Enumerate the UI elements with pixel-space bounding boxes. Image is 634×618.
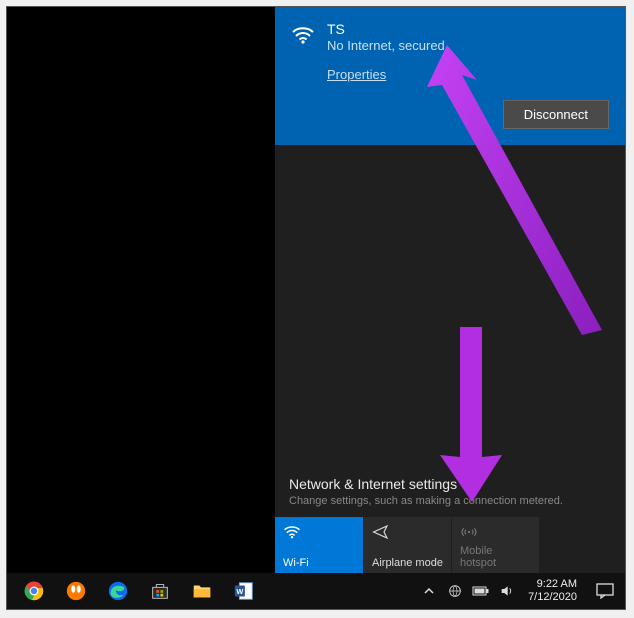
settings-subtext: Change settings, such as making a connec… [289, 495, 611, 507]
globe-icon [447, 583, 463, 599]
wifi-tile-label: Wi-Fi [283, 557, 355, 569]
hotspot-tile-label: Mobile hotspot [460, 545, 531, 569]
folder-icon [191, 580, 213, 602]
network-status: No Internet, secured [327, 38, 445, 53]
disconnect-button[interactable]: Disconnect [503, 100, 609, 129]
uc-icon [65, 580, 87, 602]
chevron-up-icon [423, 585, 435, 597]
speaker-icon [499, 583, 515, 599]
connected-network-item[interactable]: TS No Internet, secured Properties Disco… [275, 7, 625, 145]
uc-browser-taskbar-icon[interactable] [55, 573, 97, 609]
tray-network-icon[interactable] [442, 573, 468, 609]
store-icon [149, 580, 171, 602]
airplane-mode-tile[interactable]: Airplane mode [363, 517, 451, 573]
clock-date: 7/12/2020 [528, 591, 577, 604]
svg-text:W: W [236, 587, 243, 596]
taskbar: W [7, 573, 625, 609]
action-center-button[interactable] [585, 573, 625, 609]
mobile-hotspot-tile[interactable]: Mobile hotspot [451, 517, 539, 573]
wifi-tile[interactable]: Wi-Fi [275, 517, 363, 573]
tray-volume-icon[interactable] [494, 573, 520, 609]
settings-heading: Network & Internet settings [289, 476, 611, 492]
taskbar-clock[interactable]: 9:22 AM 7/12/2020 [520, 578, 585, 604]
network-flyout: TS No Internet, secured Properties Disco… [275, 7, 625, 573]
notification-icon [596, 583, 614, 599]
chrome-taskbar-icon[interactable] [13, 573, 55, 609]
tray-battery-icon[interactable] [468, 573, 494, 609]
word-icon: W [233, 580, 255, 602]
quick-action-tiles: Wi-Fi Airplane mode Mo [275, 517, 625, 573]
edge-taskbar-icon[interactable] [97, 573, 139, 609]
wifi-icon [291, 23, 315, 47]
desktop-background: TS No Internet, secured Properties Disco… [7, 7, 625, 573]
airplane-icon [372, 523, 390, 541]
network-name: TS [327, 21, 445, 37]
word-taskbar-icon[interactable]: W [223, 573, 265, 609]
edge-icon [107, 580, 129, 602]
chrome-icon [23, 580, 45, 602]
store-taskbar-icon[interactable] [139, 573, 181, 609]
clock-time: 9:22 AM [528, 578, 577, 591]
wifi-icon [283, 523, 301, 541]
file-explorer-taskbar-icon[interactable] [181, 573, 223, 609]
network-settings-link[interactable]: Network & Internet settings Change setti… [275, 468, 625, 517]
hotspot-icon [460, 523, 478, 541]
battery-icon [472, 585, 490, 597]
tray-overflow-chevron[interactable] [416, 573, 442, 609]
properties-link[interactable]: Properties [327, 67, 386, 82]
airplane-tile-label: Airplane mode [372, 557, 443, 569]
